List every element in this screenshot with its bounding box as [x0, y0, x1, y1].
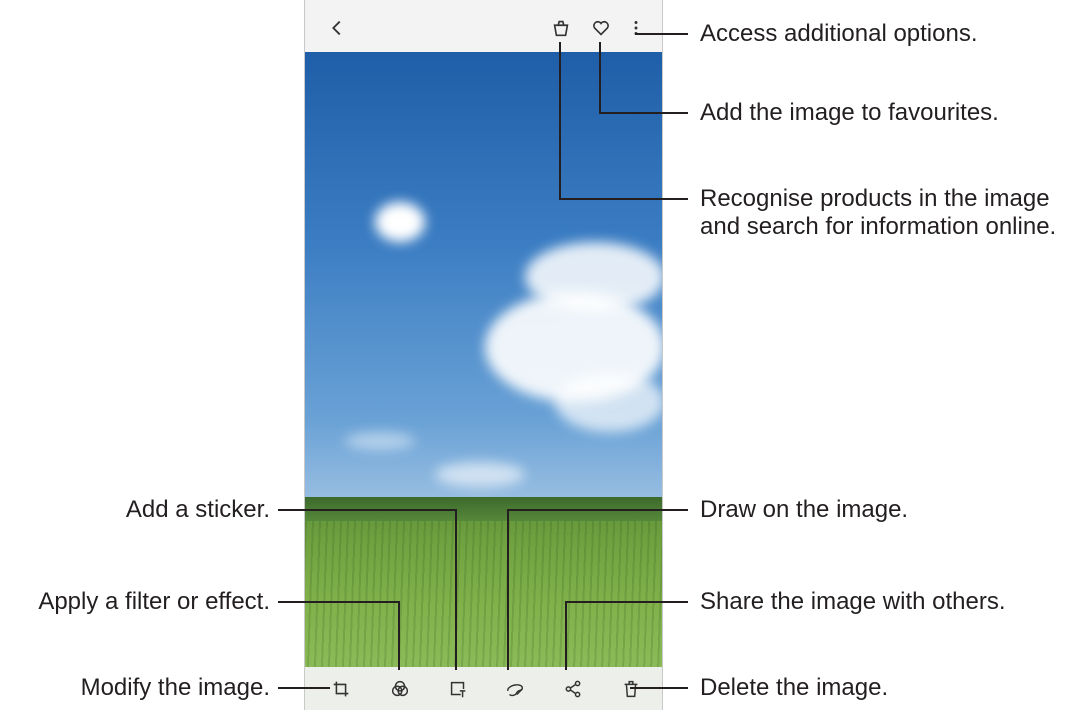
draw-icon[interactable]	[501, 675, 529, 703]
heart-icon[interactable]	[587, 14, 615, 42]
sticker-icon[interactable]	[444, 675, 472, 703]
callout-favourites: Add the image to favourites.	[700, 99, 999, 126]
callout-draw: Draw on the image.	[700, 496, 909, 523]
callout-delete: Delete the image.	[700, 674, 889, 701]
top-toolbar	[305, 0, 662, 52]
crop-rotate-icon[interactable]	[327, 675, 355, 703]
filter-effect-icon[interactable]	[386, 675, 414, 703]
callout-recognise-products: Recognise products in the image and sear…	[700, 185, 1057, 240]
photo-image	[305, 52, 662, 667]
share-icon[interactable]	[559, 675, 587, 703]
bag-icon[interactable]	[547, 14, 575, 42]
callout-modify: Modify the image.	[80, 674, 270, 701]
more-vertical-icon[interactable]	[622, 14, 650, 42]
phone-screen	[304, 0, 663, 710]
cloud	[555, 372, 662, 432]
callout-more-options: Access additional options.	[700, 20, 978, 47]
chevron-left-icon[interactable]	[323, 14, 351, 42]
bottom-toolbar	[305, 667, 662, 710]
rice-field	[305, 497, 662, 667]
cloud	[345, 432, 415, 450]
cloud	[435, 462, 525, 487]
cloud	[375, 202, 425, 242]
callout-sticker: Add a sticker.	[125, 496, 270, 523]
trash-icon[interactable]	[617, 675, 645, 703]
callout-share: Share the image with others.	[700, 588, 1006, 615]
callout-filter: Apply a filter or effect.	[38, 588, 270, 615]
